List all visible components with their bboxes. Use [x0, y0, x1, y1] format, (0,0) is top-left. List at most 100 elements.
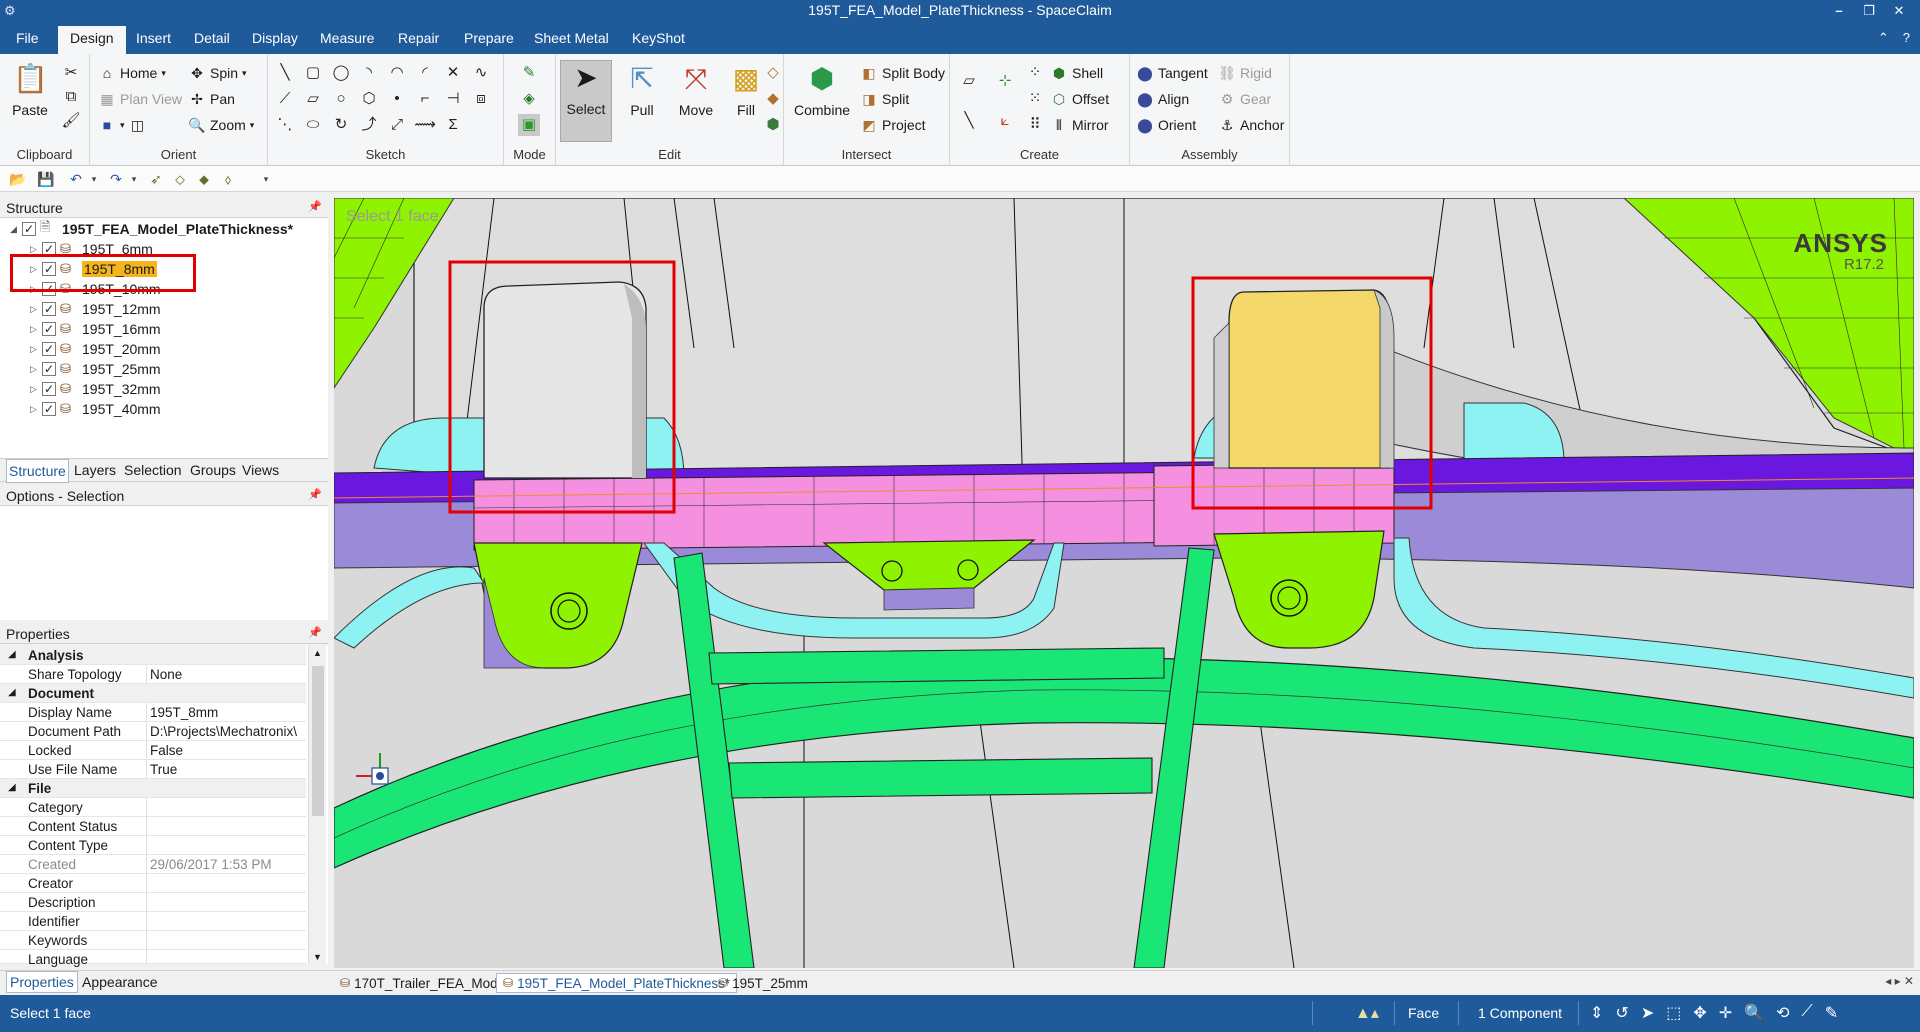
tree-item[interactable]: ▷ ✓ ⛁ 195T_20mm — [30, 340, 161, 358]
prop-row[interactable]: Created 29/06/2017 1:53 PM — [0, 855, 306, 874]
model-scene[interactable] — [334, 198, 1914, 968]
visibility-checkbox[interactable]: ✓ — [42, 362, 56, 376]
menu-sheet-metal[interactable]: Sheet Metal — [534, 30, 609, 46]
menu-measure[interactable]: Measure — [320, 30, 374, 46]
pin-icon[interactable]: 📌 — [308, 200, 322, 213]
undo-icon[interactable]: ↶ — [66, 169, 86, 189]
undo-status-icon[interactable]: ↺ — [1615, 1003, 1628, 1023]
close-icon[interactable]: ✕ — [1884, 0, 1914, 22]
tree-root[interactable]: ◢ ✓ 🗎 195T_FEA_Model_PlateThickness* — [10, 219, 293, 238]
bolt-hole[interactable] — [881, 560, 903, 582]
green-cross-tube-lower[interactable] — [728, 757, 1153, 799]
shell-button[interactable]: ⬢ Shell — [1050, 62, 1103, 84]
tweak-face-icon[interactable]: ⬢ — [762, 114, 784, 136]
circle-icon[interactable]: ◯ — [330, 62, 352, 84]
visibility-checkbox[interactable]: ✓ — [42, 342, 56, 356]
prop-row[interactable]: Content Type — [0, 836, 306, 855]
tree-item[interactable]: ▷ ✓ ⛁ 195T_40mm — [30, 400, 161, 418]
view-cube-button[interactable]: ■ ▾ ◫ — [98, 114, 147, 136]
properties-scrollbar[interactable]: ▲ ▼ — [308, 646, 326, 964]
split-line-icon[interactable]: ⊣ — [442, 88, 464, 110]
swept-arc-icon[interactable]: ◠ — [386, 62, 408, 84]
tangent-button[interactable]: ⬤ Tangent — [1136, 62, 1208, 84]
expand-icon[interactable]: ▷ — [30, 384, 42, 395]
menu-repair[interactable]: Repair — [398, 30, 439, 46]
visibility-checkbox[interactable]: ✓ — [22, 222, 36, 236]
sketch-mode-icon[interactable]: ✎ — [518, 62, 540, 84]
pin-icon[interactable]: 📌 — [308, 626, 322, 639]
bolt-hole[interactable] — [957, 559, 979, 581]
undo-dropdown-icon[interactable]: ▾ — [84, 169, 104, 189]
prop-row[interactable]: Description — [0, 893, 306, 912]
tree-item[interactable]: ▷ ✓ ⛁ 195T_16mm — [30, 320, 161, 338]
scroll-up-icon[interactable]: ▲ — [313, 648, 322, 658]
minimize-icon[interactable]: – — [1824, 0, 1854, 22]
pull-button[interactable]: ⇱ Pull — [616, 62, 668, 118]
select-tool-icon[interactable]: ➶ — [146, 169, 166, 189]
select-button[interactable]: ➤ Select — [560, 60, 612, 142]
tab-scroll-icon[interactable]: ◂ ▸ ✕ — [1885, 974, 1914, 988]
collapse-icon[interactable]: ◢ — [8, 782, 16, 793]
menu-detail[interactable]: Detail — [194, 30, 230, 46]
customize-toolbar-icon[interactable]: ▾ — [256, 169, 276, 189]
restore-icon[interactable]: ❐ — [1854, 0, 1884, 22]
expand-icon[interactable]: ▷ — [30, 324, 42, 335]
bolt-hole[interactable] — [1270, 579, 1308, 617]
expand-icon[interactable]: ▷ — [30, 364, 42, 375]
tab-selection[interactable]: Selection — [124, 462, 182, 478]
combine-button[interactable]: ⬢ Combine — [792, 62, 852, 118]
prop-row[interactable]: Display Name 195T_8mm — [0, 703, 306, 722]
prop-row[interactable]: Keywords — [0, 931, 306, 950]
construction-line-icon[interactable]: ⋱ — [274, 114, 296, 136]
open-icon[interactable]: 📂 — [8, 169, 28, 189]
bend-icon[interactable]: ⤴ — [358, 114, 380, 136]
save-icon[interactable]: 💾 — [36, 169, 56, 189]
spin-button[interactable]: ✥ Spin ▾ — [188, 62, 246, 84]
warning-icon[interactable]: ▲▴ — [1355, 1003, 1379, 1023]
move-grid-icon[interactable]: ⟿ — [414, 114, 436, 136]
menu-file[interactable]: File — [16, 30, 39, 46]
expand-icon[interactable]: ▷ — [30, 344, 42, 355]
spline-icon[interactable]: ∿ — [470, 62, 492, 84]
pan-button[interactable]: ✢ Pan — [188, 88, 235, 110]
collapse-icon[interactable]: ◢ — [8, 687, 16, 698]
prop-section[interactable]: ◢ File — [0, 779, 306, 798]
zoom-status-icon[interactable]: 🔍 — [1744, 1003, 1764, 1023]
collapse-icon[interactable]: ◢ — [8, 649, 16, 660]
sketch-status-icon[interactable]: ✎ — [1825, 1003, 1838, 1023]
split-body-button[interactable]: ◧ Split Body — [860, 62, 945, 84]
select-status-icon[interactable]: ➤ — [1641, 1003, 1654, 1023]
pull-tool-icon[interactable]: ⬦ — [170, 169, 190, 189]
rectangle-icon[interactable]: ▢ — [302, 62, 324, 84]
scrollbar-thumb[interactable] — [312, 666, 324, 816]
doc-tab[interactable]: ⛁ 195T_25mm — [712, 973, 814, 993]
grey-pad-left[interactable] — [483, 281, 647, 479]
prop-row[interactable]: Creator — [0, 874, 306, 893]
expand-icon[interactable]: ▷ — [30, 404, 42, 415]
prop-row[interactable]: Share Topology None — [0, 665, 306, 684]
plan-view-button[interactable]: ▦ Plan View — [98, 88, 182, 110]
selection-filter[interactable]: Face — [1408, 1005, 1439, 1021]
polygon-icon[interactable]: ⬡ — [358, 88, 380, 110]
pan-status-icon[interactable]: ✥ — [1693, 1003, 1706, 1023]
prop-row[interactable]: Locked False — [0, 741, 306, 760]
project-curve-icon[interactable]: ↻ — [330, 114, 352, 136]
project-button[interactable]: ◩ Project — [860, 114, 925, 136]
format-painter-icon[interactable]: 🖌 — [60, 110, 82, 132]
visibility-checkbox[interactable]: ✓ — [42, 382, 56, 396]
prop-row[interactable]: Use File Name True — [0, 760, 306, 779]
axis-icon[interactable]: ╲ — [958, 110, 980, 132]
origin-icon[interactable]: ⊹ — [994, 70, 1016, 92]
arc-icon[interactable]: ◝ — [358, 62, 380, 84]
expand-icon[interactable]: ▷ — [30, 244, 42, 255]
menu-display[interactable]: Display — [252, 30, 298, 46]
ellipse-icon[interactable]: ⬭ — [302, 114, 324, 136]
copy-icon[interactable]: ⧉ — [60, 86, 82, 108]
align-button[interactable]: ⬤ Align — [1136, 88, 1189, 110]
help-icon[interactable]: ? — [1903, 30, 1910, 46]
point-icon[interactable]: • — [386, 88, 408, 110]
prop-row[interactable]: Document Path D:\Projects\Mechatronix\ — [0, 722, 306, 741]
visibility-checkbox[interactable]: ✓ — [42, 402, 56, 416]
yellow-selected-face[interactable] — [1228, 289, 1391, 469]
tab-views[interactable]: Views — [242, 462, 279, 478]
